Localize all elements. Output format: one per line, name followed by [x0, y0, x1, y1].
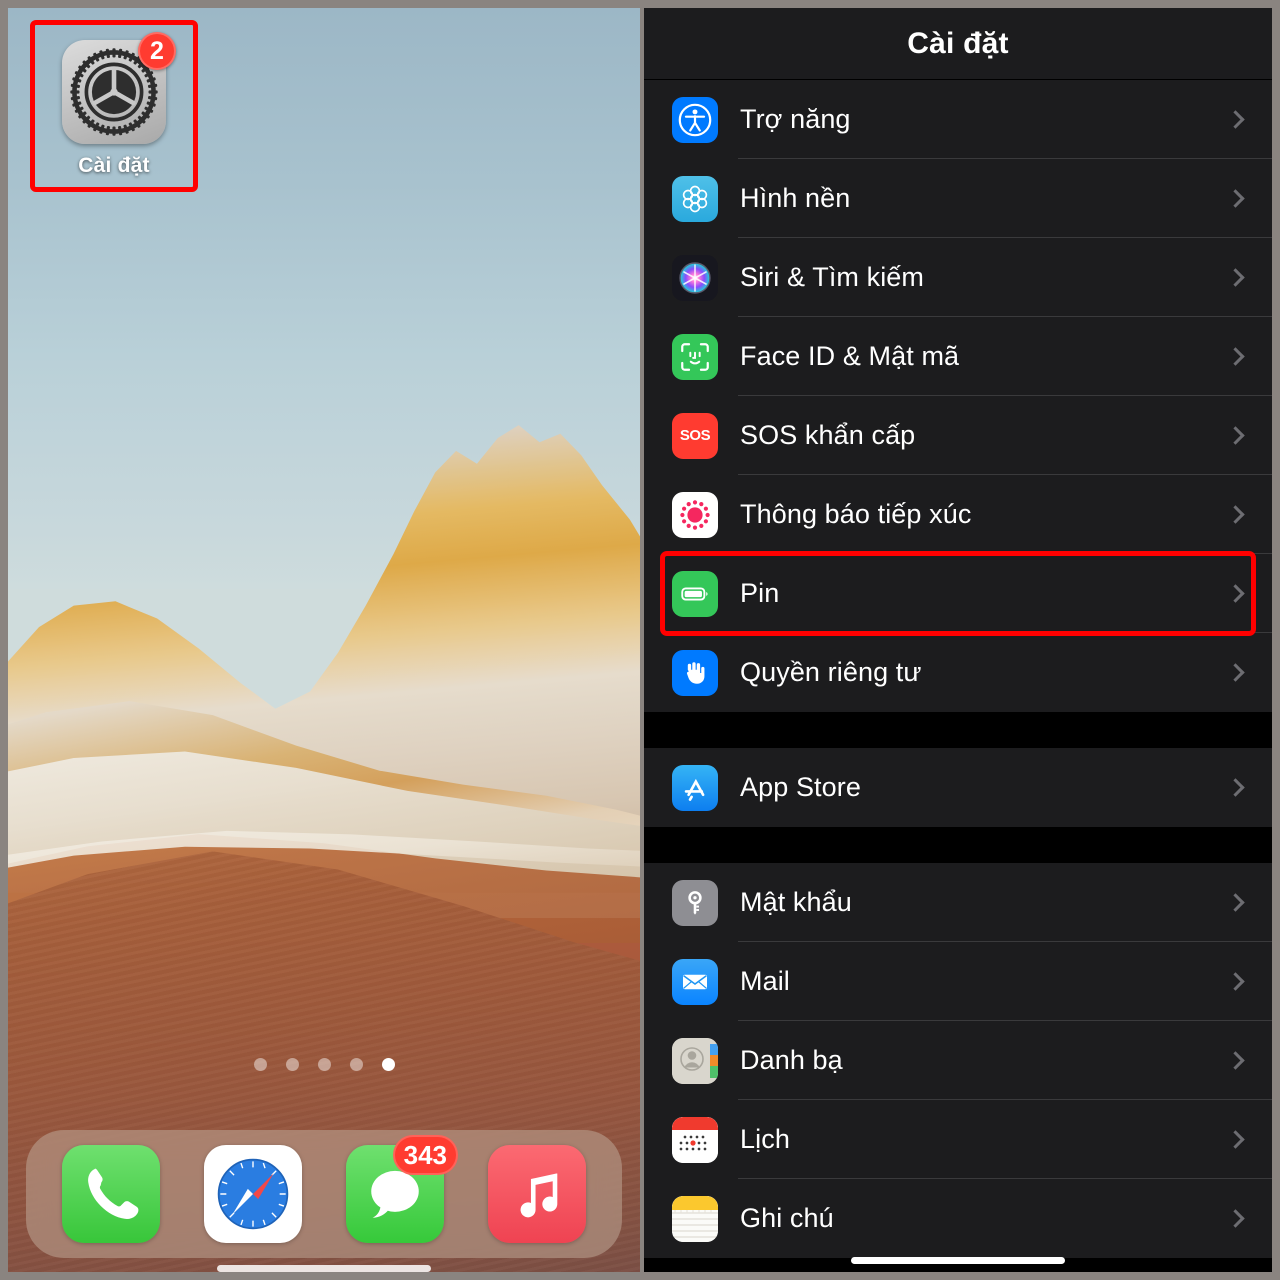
section-gap-2: [644, 827, 1272, 863]
chevron-right-icon: [1226, 1130, 1245, 1149]
chevron-right-icon: [1226, 268, 1245, 287]
settings-badge-count: 2: [138, 32, 176, 70]
accessibility-icon: [672, 96, 718, 143]
settings-group-3: Mật khẩu Mail Danh bạ Lịch Ghi chú: [644, 863, 1272, 1258]
phone-icon: [62, 1145, 160, 1243]
sos-icon: SOS: [672, 412, 718, 459]
wallpaper-icon: [672, 175, 718, 222]
settings-row-label: Quyền riêng tư: [740, 657, 922, 687]
calendar-icon: [672, 1116, 718, 1163]
music-note-icon: [488, 1145, 586, 1243]
settings-row-contacts[interactable]: Danh bạ: [644, 1021, 1272, 1100]
settings-row-emergency-sos[interactable]: SOS SOS khẩn cấp: [644, 396, 1272, 475]
chevron-right-icon: [1226, 584, 1245, 603]
settings-row-label: Hình nền: [740, 183, 851, 213]
settings-row-label: Lịch: [740, 1124, 790, 1154]
chevron-right-icon: [1226, 1051, 1245, 1070]
home-dock: 343: [26, 1130, 622, 1258]
settings-row-calendar[interactable]: Lịch: [644, 1100, 1272, 1179]
app-label-settings: Cài đặt: [78, 154, 150, 177]
settings-row-mail[interactable]: Mail: [644, 942, 1272, 1021]
settings-row-siri[interactable]: Siri & Tìm kiếm: [644, 238, 1272, 317]
settings-row-label: Mật khẩu: [740, 887, 852, 917]
section-gap-1: [644, 712, 1272, 748]
chevron-right-icon: [1226, 778, 1245, 797]
settings-group-2: App Store: [644, 748, 1272, 827]
page-indicator-dots[interactable]: [8, 1058, 640, 1071]
home-app-settings[interactable]: 2 Cài đặt: [38, 28, 190, 178]
settings-row-label: Face ID & Mật mã: [740, 341, 960, 371]
mail-icon: [672, 958, 718, 1005]
settings-row-label: Siri & Tìm kiếm: [740, 262, 925, 292]
page-title: Cài đặt: [907, 26, 1009, 60]
settings-row-passwords[interactable]: Mật khẩu: [644, 863, 1272, 942]
privacy-hand-icon: [672, 649, 718, 696]
exposure-notification-icon: [672, 491, 718, 538]
dock-app-music[interactable]: [488, 1145, 586, 1243]
page-dot-3[interactable]: [317, 1058, 331, 1071]
app-icon-wrapper: 2: [62, 32, 176, 144]
wallpaper: [8, 8, 640, 1272]
contacts-icon: [672, 1037, 718, 1084]
screenshot-root: 2 Cài đặt 343 Cài đặt Trợ năng Hình nền …: [0, 0, 1280, 1280]
page-dot-5[interactable]: [381, 1058, 395, 1071]
settings-row-label: SOS khẩn cấp: [740, 420, 916, 450]
settings-row-notes[interactable]: Ghi chú: [644, 1179, 1272, 1258]
home-indicator-right: [851, 1257, 1065, 1264]
dock-app-phone[interactable]: [62, 1145, 160, 1243]
app-store-icon: [672, 764, 718, 811]
settings-row-wallpaper[interactable]: Hình nền: [644, 159, 1272, 238]
settings-row-label: App Store: [740, 772, 861, 802]
chevron-right-icon: [1226, 426, 1245, 445]
face-id-icon: [672, 333, 718, 380]
settings-nav-bar: Cài đặt: [644, 8, 1272, 80]
settings-row-label: Danh bạ: [740, 1045, 843, 1075]
chevron-right-icon: [1226, 1209, 1245, 1228]
notes-icon: [672, 1195, 718, 1242]
settings-group-1: Trợ năng Hình nền Siri & Tìm kiếm Face I…: [644, 80, 1272, 712]
settings-row-label: Trợ năng: [740, 104, 851, 134]
settings-row-accessibility[interactable]: Trợ năng: [644, 80, 1272, 159]
settings-row-label: Mail: [740, 966, 790, 996]
home-indicator-left: [217, 1265, 431, 1272]
chevron-right-icon: [1226, 347, 1245, 366]
settings-row-label: Pin: [740, 578, 780, 608]
chevron-right-icon: [1226, 189, 1245, 208]
settings-row-label: Thông báo tiếp xúc: [740, 499, 972, 529]
settings-row-face-id[interactable]: Face ID & Mật mã: [644, 317, 1272, 396]
chevron-right-icon: [1226, 972, 1245, 991]
siri-icon: [672, 254, 718, 301]
settings-row-exposure-notifications[interactable]: Thông báo tiếp xúc: [644, 475, 1272, 554]
dock-app-safari[interactable]: [204, 1145, 302, 1243]
messages-badge-count: 343: [392, 1135, 458, 1175]
settings-row-app-store[interactable]: App Store: [644, 748, 1272, 827]
chevron-right-icon: [1226, 505, 1245, 524]
chevron-right-icon: [1226, 893, 1245, 912]
page-dot-4[interactable]: [349, 1058, 363, 1071]
settings-row-label: Ghi chú: [740, 1203, 834, 1233]
page-dot-2[interactable]: [285, 1058, 299, 1071]
page-dot-1[interactable]: [253, 1058, 267, 1071]
settings-app: Cài đặt Trợ năng Hình nền Siri & Tìm kiế…: [644, 8, 1272, 1272]
settings-row-battery[interactable]: Pin: [644, 554, 1272, 633]
iphone-home-screen: 2 Cài đặt 343: [8, 8, 640, 1272]
battery-icon: [672, 570, 718, 617]
chevron-right-icon: [1226, 110, 1245, 129]
key-icon: [672, 879, 718, 926]
safari-compass-icon: [204, 1145, 302, 1243]
chevron-right-icon: [1226, 663, 1245, 682]
dock-app-messages[interactable]: 343: [346, 1135, 458, 1243]
settings-row-privacy[interactable]: Quyền riêng tư: [644, 633, 1272, 712]
